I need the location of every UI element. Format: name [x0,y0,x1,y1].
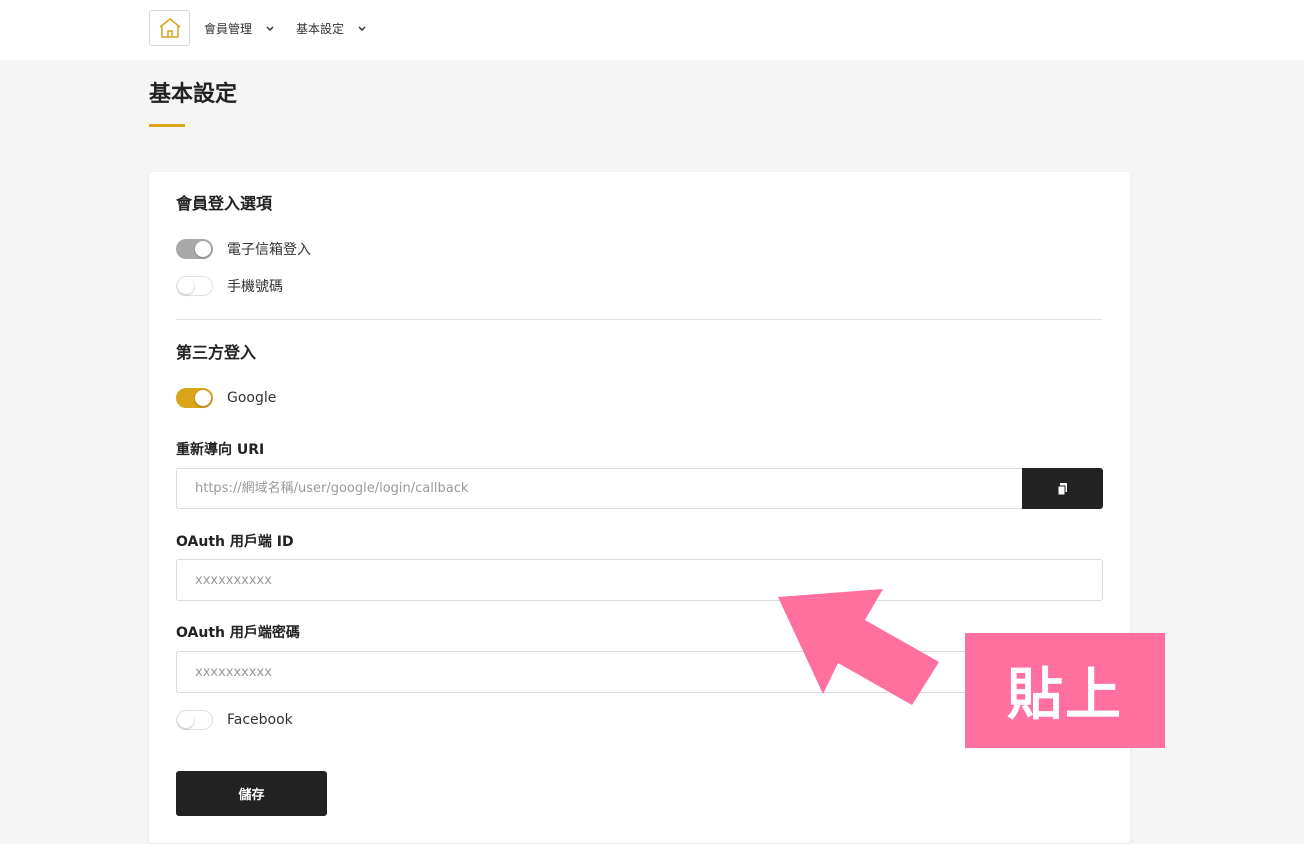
phone-login-row: 手機號碼 [176,276,283,296]
email-login-toggle[interactable] [176,239,213,259]
phone-login-label: 手機號碼 [227,279,283,295]
facebook-row: Facebook [176,710,293,730]
nav-item-label: 會員管理 [204,22,253,36]
annotation-paste-label: 貼上 [965,633,1165,748]
third-party-title: 第三方登入 [176,343,257,362]
member-login-title: 會員登入選項 [176,194,273,213]
redirect-uri-input[interactable] [176,468,1023,509]
chevron-down-icon [266,25,274,32]
phone-login-toggle[interactable] [176,276,213,296]
client-secret-input[interactable] [176,651,1103,693]
title-underline [149,124,185,127]
google-label: Google [227,390,277,406]
annotation-text: 貼上 [1007,663,1123,728]
section-divider [176,319,1102,320]
client-secret-label: OAuth 用戶端密碼 [176,625,300,641]
google-row: Google [176,388,276,408]
facebook-label: Facebook [227,712,293,728]
redirect-uri-label: 重新導向 URI [176,442,265,458]
nav-item-label: 基本設定 [296,22,345,36]
house-icon [159,18,180,38]
top-navbar: 會員管理 基本設定 [0,0,1304,60]
copy-icon [1057,482,1067,495]
email-login-label: 電子信箱登入 [227,242,311,258]
nav-member-management[interactable]: 會員管理 [204,20,274,37]
nav-basic-settings[interactable]: 基本設定 [296,20,366,37]
copy-button[interactable] [1022,468,1103,509]
chevron-down-icon [358,25,366,32]
page-title: 基本設定 [149,82,238,107]
google-toggle[interactable] [176,388,213,408]
client-id-label: OAuth 用戶端 ID [176,534,294,550]
home-logo[interactable] [149,10,190,46]
email-login-row: 電子信箱登入 [176,239,311,259]
client-id-input[interactable] [176,559,1103,601]
save-button[interactable]: 儲存 [176,771,327,816]
facebook-toggle[interactable] [176,710,213,730]
